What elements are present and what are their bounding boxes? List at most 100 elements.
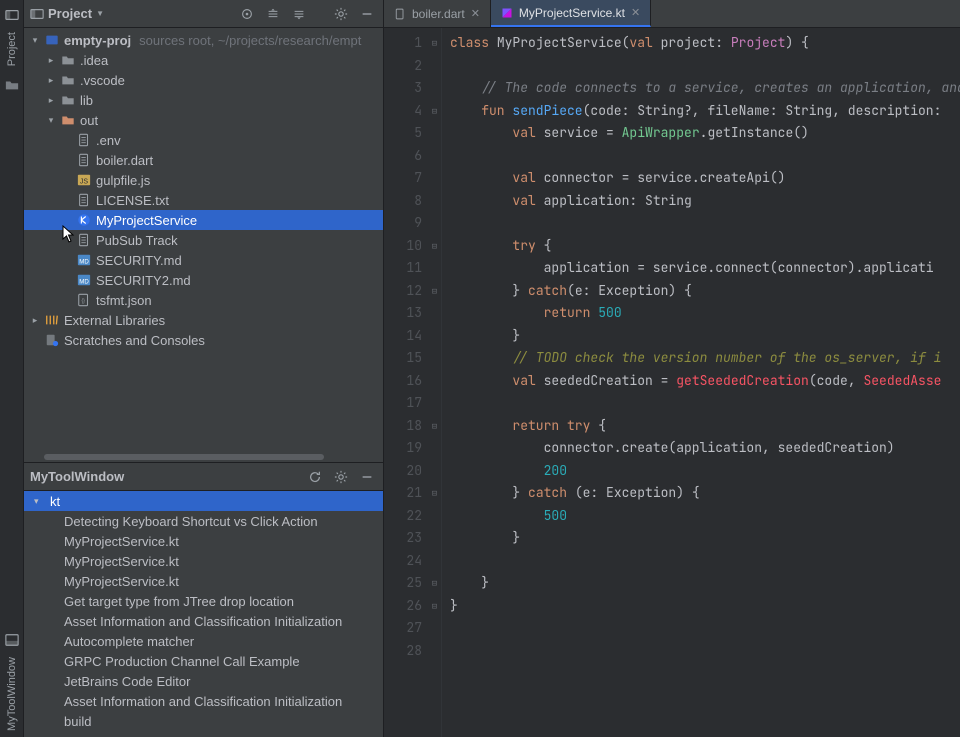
fold-toggle[interactable]: ⊟	[428, 595, 441, 618]
tree-item-gulpfile-js[interactable]: ▸JSgulpfile.js	[24, 170, 383, 190]
tree-item-security2-md[interactable]: ▸MDSECURITY2.md	[24, 270, 383, 290]
code-line[interactable]: return 500	[450, 302, 960, 325]
list-item-label: MyProjectService.kt	[64, 534, 179, 549]
list-item[interactable]: Autocomplete matcher	[24, 631, 383, 651]
fold-toggle[interactable]: ⊟	[428, 572, 441, 595]
chevron-right-icon[interactable]: ▸	[46, 75, 56, 86]
tree-item-tsfmt-json[interactable]: ▸{}tsfmt.json	[24, 290, 383, 310]
code-line[interactable]	[450, 392, 960, 415]
external-libraries[interactable]: ▸ External Libraries	[24, 310, 383, 330]
locate-icon[interactable]	[237, 4, 257, 24]
tree-item-lib[interactable]: ▸lib	[24, 90, 383, 110]
tree-item--env[interactable]: ▸.env	[24, 130, 383, 150]
code-line[interactable]	[450, 550, 960, 573]
tree-item-pubsub-track[interactable]: ▸PubSub Track	[24, 230, 383, 250]
project-root[interactable]: ▾ empty-proj sources root, ~/projects/re…	[24, 30, 383, 50]
code-line[interactable]: }	[450, 595, 960, 618]
code-line[interactable]: 200	[450, 460, 960, 483]
close-icon[interactable]: ✕	[471, 7, 480, 20]
fold-toggle[interactable]: ⊟	[428, 32, 441, 55]
code-line[interactable]	[450, 617, 960, 640]
code-line[interactable]: val seededCreation = getSeededCreation(c…	[450, 370, 960, 393]
code-line[interactable]	[450, 212, 960, 235]
hide-icon[interactable]	[357, 4, 377, 24]
list-root-kt[interactable]: ▾ kt	[24, 491, 383, 511]
code-line[interactable]: // TODO check the version number of the …	[450, 347, 960, 370]
list-item[interactable]: MyProjectService.kt	[24, 571, 383, 591]
fold-toggle[interactable]: ⊟	[428, 235, 441, 258]
refresh-icon[interactable]	[305, 467, 325, 487]
expand-all-icon[interactable]	[263, 4, 283, 24]
list-item[interactable]: JetBrains Code Editor	[24, 671, 383, 691]
code-line[interactable]	[450, 55, 960, 78]
code-line[interactable]: // The code connects to a service, creat…	[450, 77, 960, 100]
gear-icon[interactable]	[331, 4, 351, 24]
code-line[interactable]: connector.create(application, seededCrea…	[450, 437, 960, 460]
code-line[interactable]	[450, 640, 960, 663]
tree-item--idea[interactable]: ▸.idea	[24, 50, 383, 70]
tree-item-boiler-dart[interactable]: ▸boiler.dart	[24, 150, 383, 170]
close-icon[interactable]: ✕	[631, 6, 640, 19]
stripe-label-project[interactable]: Project	[6, 26, 18, 72]
editor-tab-boiler-dart[interactable]: boiler.dart✕	[384, 0, 491, 27]
project-stripe-icon[interactable]	[5, 8, 19, 22]
list-item[interactable]: Get target type from JTree drop location	[24, 591, 383, 611]
code-line[interactable]	[450, 145, 960, 168]
code-line[interactable]: 500	[450, 505, 960, 528]
code-line[interactable]: }	[450, 572, 960, 595]
project-tree[interactable]: ▾ empty-proj sources root, ~/projects/re…	[24, 28, 383, 452]
fold-strip[interactable]: ⊟⊟⊟⊟⊟⊟⊟⊟	[428, 28, 442, 737]
code-editor[interactable]: 1234567891011121314151617181920212223242…	[384, 28, 960, 737]
code-line[interactable]: val service = ApiWrapper.getInstance()	[450, 122, 960, 145]
chevron-down-icon[interactable]: ▾	[46, 115, 56, 126]
stripe-label-mytoolwindow[interactable]: MyToolWindow	[6, 651, 18, 737]
tree-item-out[interactable]: ▾out	[24, 110, 383, 130]
code-line[interactable]: return try {	[450, 415, 960, 438]
folder-stripe-icon[interactable]	[5, 78, 19, 92]
tree-item-myprojectservice[interactable]: ▸MyProjectService	[24, 210, 383, 230]
chevron-right-icon[interactable]: ▸	[46, 55, 56, 66]
project-title-dropdown[interactable]: Project ▼	[30, 6, 104, 21]
code-line[interactable]: }	[450, 527, 960, 550]
hide-icon[interactable]	[357, 467, 377, 487]
tree-item-label: gulpfile.js	[96, 173, 150, 188]
list-item[interactable]: Asset Information and Classification Ini…	[24, 611, 383, 631]
fold-toggle[interactable]: ⊟	[428, 415, 441, 438]
list-item[interactable]: MyProjectService.kt	[24, 531, 383, 551]
module-icon	[44, 32, 60, 48]
gear-icon[interactable]	[331, 467, 351, 487]
mytoolwindow-list[interactable]: ▾ kt Detecting Keyboard Shortcut vs Clic…	[24, 491, 383, 737]
fold-toggle[interactable]: ⊟	[428, 482, 441, 505]
code-lines[interactable]: class MyProjectService(val project: Proj…	[442, 28, 960, 737]
list-item[interactable]: Detecting Keyboard Shortcut vs Click Act…	[24, 511, 383, 531]
fold-toggle[interactable]: ⊟	[428, 280, 441, 303]
editor-tab-myprojectservice-kt[interactable]: MyProjectService.kt✕	[491, 0, 651, 27]
horizontal-scrollbar[interactable]	[24, 452, 383, 462]
code-line[interactable]: application = service.connect(connector)…	[450, 257, 960, 280]
chevron-down-icon[interactable]: ▾	[30, 35, 40, 46]
code-line[interactable]: }	[450, 325, 960, 348]
code-line[interactable]: } catch(e: Exception) {	[450, 280, 960, 303]
chevron-down-icon[interactable]: ▾	[34, 496, 46, 507]
tree-item-license-txt[interactable]: ▸LICENSE.txt	[24, 190, 383, 210]
fold-toggle[interactable]: ⊟	[428, 100, 441, 123]
chevron-right-icon[interactable]: ▸	[30, 315, 40, 326]
tree-item--vscode[interactable]: ▸.vscode	[24, 70, 383, 90]
list-item[interactable]: Asset Information and Classification Ini…	[24, 691, 383, 711]
scratches-consoles[interactable]: ▸ Scratches and Consoles	[24, 330, 383, 350]
code-line[interactable]: val application: String	[450, 190, 960, 213]
collapse-all-icon[interactable]	[289, 4, 309, 24]
list-item[interactable]: GRPC Production Channel Call Example	[24, 651, 383, 671]
toolwindow-stripe-icon[interactable]	[5, 633, 19, 647]
code-line[interactable]: class MyProjectService(val project: Proj…	[450, 32, 960, 55]
editor-tabs: boiler.dart✕MyProjectService.kt✕	[384, 0, 960, 28]
code-line[interactable]: val connector = service.createApi()	[450, 167, 960, 190]
code-line[interactable]: } catch (e: Exception) {	[450, 482, 960, 505]
list-item[interactable]: MyProjectService.kt	[24, 551, 383, 571]
svg-text:MD: MD	[79, 279, 89, 286]
code-line[interactable]: fun sendPiece(code: String?, fileName: S…	[450, 100, 960, 123]
tree-item-security-md[interactable]: ▸MDSECURITY.md	[24, 250, 383, 270]
chevron-right-icon[interactable]: ▸	[46, 95, 56, 106]
list-item[interactable]: build	[24, 711, 383, 731]
code-line[interactable]: try {	[450, 235, 960, 258]
